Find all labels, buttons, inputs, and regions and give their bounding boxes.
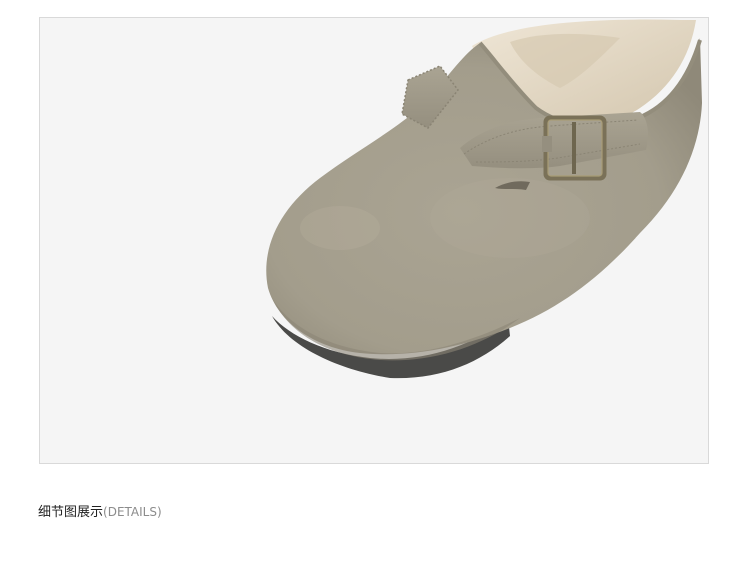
product-detail-photo <box>39 17 709 464</box>
caption-title: 细节图展示 <box>38 505 104 520</box>
section-caption: 细节图展示(DETAILS) <box>38 503 162 522</box>
shoe-illustration <box>266 19 702 379</box>
caption-subtitle: (DETAILS) <box>103 505 162 519</box>
